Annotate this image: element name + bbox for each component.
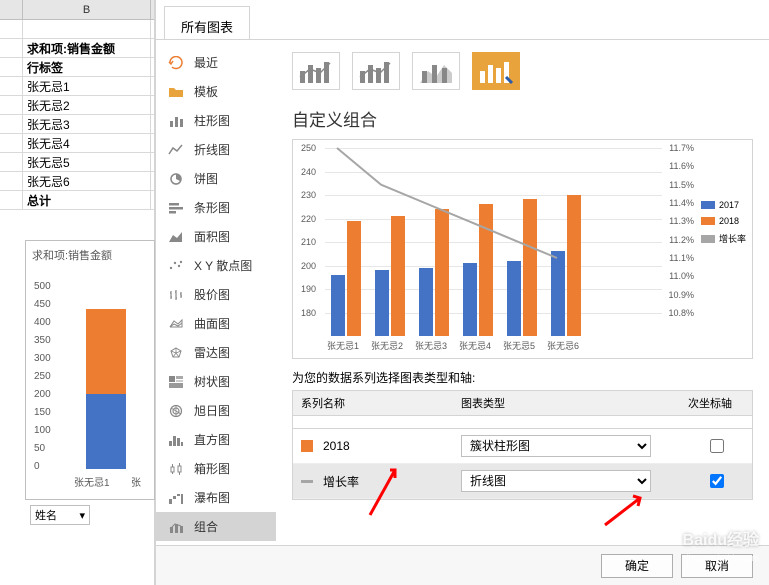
chart-type-waterfall[interactable]: 瀑布图 [156,483,276,512]
chart-preview: 18019020021022023024025011.7%11.6%11.5%1… [292,139,753,359]
ok-button[interactable]: 确定 [601,554,673,578]
sunburst-icon [168,404,184,418]
chart-type-sunburst[interactable]: 旭日图 [156,396,276,425]
series-swatch [301,440,313,452]
tab-all-charts[interactable]: 所有图表 [164,6,250,39]
chart-type-tree[interactable]: 树状图 [156,367,276,396]
data-cell[interactable]: 张无忌5 [23,153,151,171]
box-icon [168,462,184,476]
series-type-select[interactable]: 簇状柱形图 [461,435,651,457]
insert-chart-dialog: 所有图表 最近模板柱形图折线图饼图条形图面积图X Y 散点图股价图曲面图雷达图树… [155,0,769,585]
combo-icon [168,520,184,534]
chart-type-recent[interactable]: 最近 [156,48,276,77]
secondary-axis-checkbox[interactable] [710,474,724,488]
data-cell[interactable]: 张无忌2 [23,96,151,114]
data-cell[interactable]: 张无忌6 [23,172,151,190]
panel-title: 自定义组合 [292,106,753,131]
chart-type-histo[interactable]: 直方图 [156,425,276,454]
chevron-down-icon: ▾ [79,509,85,522]
series-table: 系列名称 图表类型 次坐标轴 2018 簇状柱形图 增长率 折线图 [292,390,753,500]
chart-type-surface[interactable]: 曲面图 [156,309,276,338]
series-name: 增长率 [323,473,461,490]
subtype-combo-2[interactable] [352,52,400,90]
col-series-name: 系列名称 [293,391,453,415]
chart-type-folder[interactable]: 模板 [156,77,276,106]
hbar-icon [168,201,184,215]
total-cell[interactable]: 总计 [23,191,151,209]
series-name: 2018 [323,439,461,453]
chart-type-bar[interactable]: 柱形图 [156,106,276,135]
stock-icon [168,288,184,302]
column-header-b[interactable]: B [23,0,151,19]
col-chart-type: 图表类型 [453,391,653,415]
subtype-combo-3[interactable] [412,52,460,90]
chart-type-area[interactable]: 面积图 [156,222,276,251]
histo-icon [168,433,184,447]
waterfall-icon [168,491,184,505]
chart-type-stock[interactable]: 股价图 [156,280,276,309]
cancel-button[interactable]: 取消 [681,554,753,578]
row-labels-header[interactable]: 行标签 [23,58,151,76]
chart-type-scatter[interactable]: X Y 散点图 [156,251,276,280]
radar-icon [168,346,184,360]
column-header-row: B [0,0,154,20]
pie-icon [168,172,184,186]
chart-type-list: 最近模板柱形图折线图饼图条形图面积图X Y 散点图股价图曲面图雷达图树状图旭日图… [156,40,276,545]
chart-type-radar[interactable]: 雷达图 [156,338,276,367]
series-row-growth: 增长率 折线图 [293,464,752,499]
name-filter-dropdown[interactable]: 姓名 ▾ [30,505,90,525]
secondary-axis-checkbox[interactable] [710,439,724,453]
spreadsheet-pane: B 求和项:销售金额 行标签 张无忌1 张无忌2 张无忌3 张无忌4 张无忌5 … [0,0,155,585]
chart-type-hbar[interactable]: 条形图 [156,193,276,222]
dialog-tab-bar: 所有图表 [156,0,769,40]
series-section-label: 为您的数据系列选择图表类型和轴: [292,369,753,386]
subtype-combo-1[interactable] [292,52,340,90]
bar-icon [168,114,184,128]
series-type-select[interactable]: 折线图 [461,470,651,492]
subtype-row [292,52,753,90]
embedded-chart[interactable]: 求和项:销售金额 500 450 400 350 300 250 200 150… [25,240,155,500]
recent-icon [168,56,184,70]
col-secondary-axis: 次坐标轴 [653,391,752,415]
folder-icon [168,85,184,99]
data-cell[interactable]: 张无忌3 [23,115,151,133]
area-icon [168,230,184,244]
line-icon [168,143,184,157]
mini-chart-title: 求和项:销售金额 [26,241,154,269]
surface-icon [168,317,184,331]
pivot-header[interactable]: 求和项:销售金额 [23,39,151,57]
series-swatch [301,480,313,483]
series-row-2018: 2018 簇状柱形图 [293,429,752,464]
chart-type-box[interactable]: 箱形图 [156,454,276,483]
data-cell[interactable]: 张无忌4 [23,134,151,152]
chart-type-combo[interactable]: 组合 [156,512,276,541]
tree-icon [168,375,184,389]
scatter-icon [168,259,184,273]
subtype-combo-custom[interactable] [472,52,520,90]
chart-type-pie[interactable]: 饼图 [156,164,276,193]
data-cell[interactable]: 张无忌1 [23,77,151,95]
chart-type-line[interactable]: 折线图 [156,135,276,164]
